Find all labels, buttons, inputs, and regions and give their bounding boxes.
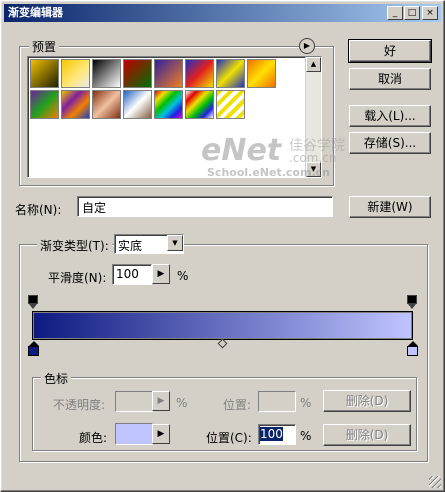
gradient-type-select[interactable]: 实底 ▼ bbox=[114, 234, 184, 254]
preset-yellow-violet-orange-blue[interactable] bbox=[61, 90, 90, 119]
scroll-down-icon[interactable]: ▼ bbox=[306, 162, 321, 177]
opacity-location-unit: % bbox=[300, 396, 312, 410]
preset-fg-transparent[interactable] bbox=[61, 59, 90, 88]
cancel-button[interactable]: 取消 bbox=[349, 68, 431, 90]
resize-grip-icon[interactable] bbox=[429, 476, 441, 488]
color-stop-right[interactable] bbox=[407, 341, 418, 357]
opacity-arrow-icon: ▶ bbox=[152, 391, 170, 411]
maximize-icon[interactable]: □ bbox=[404, 6, 420, 20]
preset-transparent-rainbow[interactable] bbox=[185, 90, 214, 119]
opacity-location-input bbox=[258, 391, 296, 412]
preset-violet-orange[interactable] bbox=[154, 59, 183, 88]
opacity-unit: % bbox=[176, 396, 188, 410]
location-unit: % bbox=[300, 429, 312, 443]
delete-opacity-stop-button: 删除(D) bbox=[323, 390, 411, 412]
gradient-type-value: 实底 bbox=[118, 239, 143, 253]
color-arrow-icon[interactable]: ▶ bbox=[152, 424, 170, 444]
preset-violet-green-orange[interactable] bbox=[30, 90, 59, 119]
delete-color-stop-button: 删除(D) bbox=[323, 424, 411, 446]
color-swatch-wrap[interactable] bbox=[115, 423, 153, 445]
save-button[interactable]: 存储(S)... bbox=[349, 132, 431, 154]
gradient-editor-window: 渐变编辑器 _ □ × 预置 ▶ ▲ ▼ 好 取消 载入(L)... 存储(S)… bbox=[0, 0, 445, 492]
color-stops-label: 色标 bbox=[41, 370, 72, 387]
location-label: 位置(C): bbox=[206, 431, 252, 445]
minimize-icon[interactable]: _ bbox=[387, 6, 403, 20]
gradient-bar[interactable] bbox=[32, 311, 413, 340]
preset-chrome[interactable] bbox=[123, 90, 152, 119]
smoothness-input[interactable]: 100 bbox=[112, 264, 152, 285]
color-stop-left[interactable] bbox=[28, 341, 39, 357]
close-icon[interactable]: × bbox=[422, 6, 438, 20]
color-swatch[interactable] bbox=[116, 424, 152, 444]
preset-fg-bg[interactable] bbox=[30, 59, 59, 88]
new-button[interactable]: 新建(W) bbox=[349, 196, 431, 218]
ok-button[interactable]: 好 bbox=[348, 39, 432, 63]
smoothness-unit: % bbox=[177, 269, 189, 283]
presets-list: ▲ ▼ bbox=[27, 56, 322, 178]
load-button[interactable]: 载入(L)... bbox=[349, 105, 431, 127]
presets-label: 预置 bbox=[29, 38, 60, 55]
gradient-type-label: 渐变类型(T): bbox=[37, 237, 112, 254]
preset-orange-yellow-orange[interactable] bbox=[247, 59, 276, 88]
opacity-stop-right[interactable] bbox=[407, 295, 417, 311]
name-label: 名称(N): bbox=[15, 203, 62, 217]
preset-blue-red-yellow[interactable] bbox=[185, 59, 214, 88]
scroll-up-icon[interactable]: ▲ bbox=[306, 57, 321, 72]
preset-blue-yellow-blue[interactable] bbox=[216, 59, 245, 88]
name-input[interactable]: 自定 bbox=[77, 196, 333, 217]
preset-black-white[interactable] bbox=[92, 59, 121, 88]
preset-spectrum[interactable] bbox=[154, 90, 183, 119]
smoothness-label: 平滑度(N): bbox=[48, 271, 107, 285]
color-label: 颜色: bbox=[79, 431, 108, 445]
preset-copper[interactable] bbox=[92, 90, 121, 119]
location-input[interactable]: 100 bbox=[258, 424, 296, 445]
opacity-label: 不透明度: bbox=[53, 398, 106, 412]
window-title: 渐变编辑器 bbox=[8, 6, 63, 19]
title-bar: 渐变编辑器 bbox=[4, 4, 441, 22]
smoothness-slider-arrow-icon[interactable]: ▶ bbox=[152, 264, 170, 284]
opacity-location-label: 位置: bbox=[223, 398, 252, 412]
chevron-down-icon[interactable]: ▼ bbox=[167, 235, 183, 251]
opacity-stop-left[interactable] bbox=[28, 295, 38, 311]
preset-red-green[interactable] bbox=[123, 59, 152, 88]
presets-scrollbar[interactable]: ▲ ▼ bbox=[305, 57, 321, 177]
presets-menu-arrow-icon[interactable]: ▶ bbox=[299, 38, 315, 54]
opacity-input bbox=[115, 391, 153, 412]
location-value: 100 bbox=[260, 427, 283, 441]
preset-transparent-stripes[interactable] bbox=[216, 90, 245, 119]
